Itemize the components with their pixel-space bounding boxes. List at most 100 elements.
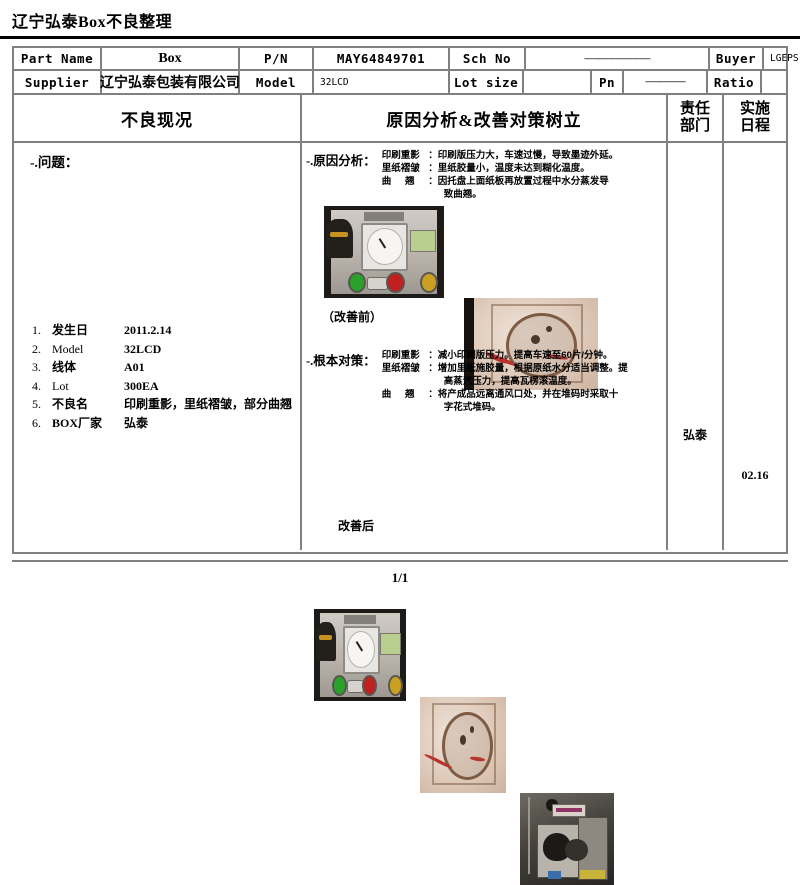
countermeasure-continuation-1: 高蒸汽压力，提高瓦楞滚温度。: [443, 376, 577, 387]
item-key: Lot: [52, 378, 69, 393]
item-index: 6.: [32, 415, 41, 430]
countermeasure-key: 曲 翘 ：: [382, 388, 438, 401]
board-spot: [545, 325, 553, 333]
responsible-dept-line2: 部门: [679, 118, 710, 134]
countermeasure-row: 印刷重影 ： 减小印刷版压力。提高车速至60片/分钟。: [382, 349, 628, 362]
part-name-label: Part Name: [14, 48, 102, 71]
lot-size-label: Lot size: [450, 71, 524, 95]
list-item: 2. Model 32LCD: [32, 340, 292, 359]
photo-printing-machine-control-panel-after: [314, 609, 406, 701]
sch-no-label: Sch No: [450, 48, 526, 71]
board-spot: [531, 334, 540, 344]
panel-lcd-display: [380, 632, 401, 656]
item-value: 印刷重影，里纸褶皱，部分曲翘: [124, 397, 293, 411]
panel-amber-button: [387, 674, 403, 697]
countermeasure-block: -.根本对策： 印刷重影 ： 减小印刷版压力。提高车速至60片/分钟。 里纸褶皱 ：…: [306, 349, 628, 414]
cause-analysis-block: -.原因分析： 印刷重影 ： 印刷版压力大，车速过慢，导致墨迹外延。 里纸褶皱 ： …: [306, 149, 618, 201]
cause-analysis-label: -.原因分析：: [306, 154, 376, 168]
section-defect-status-title: 不良现况: [14, 95, 302, 143]
item-index: 4.: [32, 378, 41, 393]
report-sheet: Part Name Box P/N MAY64849701 Sch No ———…: [12, 46, 799, 885]
pn-value: MAY64849701: [314, 48, 450, 71]
countermeasure-text: 增加里纸施胶量，根据原纸水分适当调整。提: [437, 363, 628, 374]
ratio-value: [762, 71, 786, 95]
panel-dark-blob: [326, 218, 353, 258]
board-spot: [469, 725, 475, 733]
shop-yellow-rack: [580, 870, 605, 880]
after-improvement-caption: 改善后: [338, 519, 375, 533]
item-key: BOX厂家: [52, 415, 103, 430]
item-value: A01: [124, 360, 145, 374]
page-title: 辽宁弘泰Box不良整理: [12, 14, 173, 31]
model-value: 32LCD: [314, 71, 450, 95]
panel-speed-label: [344, 615, 376, 624]
countermeasure-key-colon: ：: [428, 350, 438, 361]
cause-row: 曲 翘 ： 因托盘上面纸板再放置过程中水分蒸发导: [382, 175, 619, 188]
cause-continuation: 致曲翘。: [443, 189, 482, 200]
item-index: 2.: [32, 341, 41, 356]
problem-heading: -.问题：: [30, 155, 79, 170]
item-index: 5.: [32, 397, 41, 411]
item-key: 发生日: [52, 323, 89, 337]
countermeasure-continuation-2: 字花式堆码。: [443, 402, 501, 413]
countermeasure-text: 将产成品远离通风口处，并在堆码时采取十: [437, 389, 619, 400]
countermeasure-key-text-2: 翘: [405, 389, 415, 400]
shop-stacked-bag: [565, 839, 588, 862]
cause-analysis-rows: 印刷重影 ： 印刷版压力大，车速过慢，导致墨迹外延。 里纸褶皱 ： 里纸胶量小，温度…: [382, 149, 619, 201]
shop-sign: [551, 804, 586, 818]
shop-blue-crate: [548, 871, 562, 880]
board-spot: [459, 735, 466, 745]
before-improvement-caption: （改善前）: [322, 310, 383, 324]
item-value: 弘泰: [124, 415, 149, 430]
list-item: 6. BOX厂家 弘泰: [32, 414, 292, 433]
list-item: 4. Lot 300EA: [32, 377, 292, 396]
pn-qty-label: Pn: [592, 71, 624, 95]
cause-key-text: 印刷重影: [381, 150, 420, 161]
cause-key-text: 里纸褶皱: [381, 163, 420, 174]
cause-key: 印刷重影 ：: [382, 149, 438, 162]
countermeasure-rows: 印刷重影 ： 减小印刷版压力。提高车速至60片/分钟。 里纸褶皱 ： 增加里纸施胶量…: [382, 349, 628, 414]
header-row-2: Supplier 辽宁弘泰包装有限公司 Model 32LCD Lot size…: [14, 71, 786, 95]
part-name-value: Box: [102, 48, 240, 71]
panel-dark-blob: [315, 621, 337, 661]
title-divider: [0, 36, 800, 39]
panel-switch: [367, 276, 389, 290]
cause-key: 里纸褶皱 ：: [382, 162, 438, 175]
gauge-face: [347, 631, 375, 669]
schedule-line2: 日程: [739, 118, 770, 134]
gauge-face: [366, 228, 403, 266]
pn-qty-value: ———: [624, 71, 708, 95]
ratio-label: Ratio: [708, 71, 762, 95]
cause-key-colon: ：: [428, 163, 438, 174]
item-value: 32LCD: [124, 341, 162, 356]
responsible-dept-line1: 责任: [679, 101, 710, 117]
list-item: 1. 发生日 2011.2.14: [32, 321, 292, 340]
responsible-department-cell: 弘泰: [668, 143, 724, 550]
countermeasure-key-colon: ：: [428, 389, 438, 400]
buyer-value: LGEPS: [764, 48, 799, 71]
countermeasure-key-colon: ：: [428, 363, 438, 374]
section-schedule-title: 实施 日程: [724, 95, 786, 143]
board-ring-mark: [442, 712, 494, 780]
item-value: 2011.2.14: [124, 323, 172, 337]
cause-key-text: 曲: [381, 176, 392, 187]
item-key: 线体: [52, 360, 77, 374]
speed-gauge-icon: [361, 222, 409, 271]
countermeasure-row: 曲 翘 ： 将产成品远离通风口处，并在堆码时采取十: [382, 388, 628, 401]
countermeasure-row: 里纸褶皱 ： 增加里纸施胶量，根据原纸水分适当调整。提: [382, 362, 628, 375]
item-key: 不良名: [52, 397, 89, 411]
cause-text: 因托盘上面纸板再放置过程中水分蒸发导: [437, 176, 609, 187]
body-row: -.问题： 1. 发生日 2011.2.14 2. Model 32LCD 3.: [14, 143, 786, 885]
lot-size-value: [524, 71, 592, 95]
defect-status-panel: -.问题： 1. 发生日 2011.2.14 2. Model 32LCD 3.: [14, 143, 302, 550]
panel-off-button: [386, 271, 405, 294]
sch-no-value: —————: [526, 48, 710, 71]
countermeasure-key-text: 曲: [381, 389, 392, 400]
countermeasure-key: 里纸褶皱 ：: [382, 362, 438, 375]
cause-row: 里纸褶皱 ： 里纸胶量小，温度未达到糊化温度。: [382, 162, 619, 175]
schedule-value: 02.16: [741, 468, 769, 482]
model-label: Model: [240, 71, 314, 95]
cause-text: 里纸胶量小，温度未达到糊化温度。: [437, 163, 590, 174]
shop-pipe: [527, 796, 531, 874]
item-value: 300EA: [124, 378, 159, 393]
